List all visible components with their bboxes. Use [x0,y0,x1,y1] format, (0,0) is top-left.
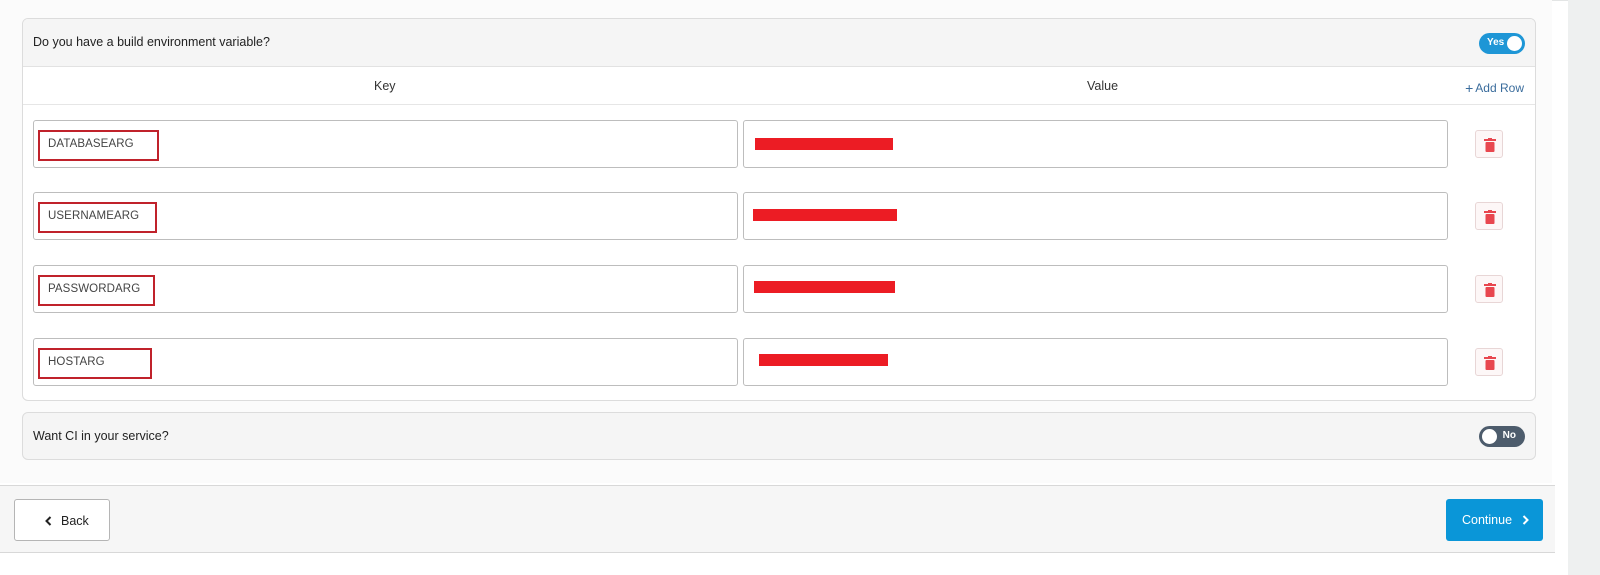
trash-icon [1484,138,1496,152]
content-area: Do you have a build environment variable… [0,0,1552,483]
redaction-mark [754,281,895,293]
env-card-header: Do you have a build environment variable… [23,19,1535,67]
add-row-button[interactable]: + Add Row [1465,79,1524,96]
key-column-header: Key [374,79,396,93]
footer-bar: Back Continue [0,485,1555,553]
trash-icon [1484,210,1496,224]
env-row: HOSTARG [33,338,1527,386]
ci-toggle-label: No [1502,430,1516,441]
env-toggle[interactable]: Yes [1479,33,1525,54]
env-toggle-label: Yes [1487,37,1505,48]
key-input-value: DATABASEARG [48,138,134,150]
env-question-label: Do you have a build environment variable… [33,35,270,49]
delete-row-button[interactable] [1475,348,1503,376]
plus-icon: + [1465,80,1474,96]
chevron-left-icon [45,516,52,526]
value-input[interactable] [743,338,1448,386]
chevron-right-icon [1522,515,1529,525]
delete-row-button[interactable] [1475,202,1503,230]
env-row: PASSWORDARG [33,265,1527,313]
ci-toggle[interactable]: No [1479,426,1525,447]
delete-row-button[interactable] [1475,275,1503,303]
toggle-knob [1482,429,1497,444]
continue-button[interactable]: Continue [1446,499,1543,541]
redaction-mark [759,354,888,366]
key-input-value: HOSTARG [48,356,105,368]
continue-button-label: Continue [1462,513,1513,527]
toggle-knob [1507,36,1522,51]
trash-icon [1484,356,1496,370]
env-row: DATABASEARG [33,120,1527,168]
value-input[interactable] [743,265,1448,313]
redaction-mark [753,209,897,221]
ci-question-label: Want CI in your service? [33,429,169,443]
column-header-row: Key Value + Add Row [23,67,1535,105]
key-input[interactable]: USERNAMEARG [33,192,738,240]
key-input-value: PASSWORDARG [48,283,141,295]
redaction-mark [755,138,893,150]
env-row: USERNAMEARG [33,192,1527,240]
value-column-header: Value [1087,79,1119,93]
key-input[interactable]: PASSWORDARG [33,265,738,313]
trash-icon [1484,283,1496,297]
back-button[interactable]: Back [14,499,110,541]
key-input-value: USERNAMEARG [48,210,140,222]
value-input[interactable] [743,120,1448,168]
scrollbar-track[interactable] [1568,0,1600,575]
add-row-label: Add Row [1475,81,1524,95]
back-button-label: Back [61,514,89,528]
ci-card: Want CI in your service? No [22,412,1536,460]
value-input[interactable] [743,192,1448,240]
page: Do you have a build environment variable… [0,0,1568,575]
key-input[interactable]: HOSTARG [33,338,738,386]
delete-row-button[interactable] [1475,130,1503,158]
key-input[interactable]: DATABASEARG [33,120,738,168]
env-variables-card: Do you have a build environment variable… [22,18,1536,401]
